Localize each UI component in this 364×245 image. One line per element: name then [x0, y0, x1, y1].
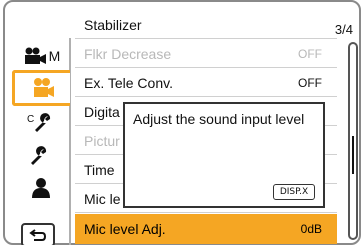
custom-wrench-icon: C — [27, 113, 51, 132]
help-text: Adjust the sound input level — [133, 111, 305, 127]
movie-camera-icon — [33, 78, 54, 97]
wrench-icon — [31, 146, 47, 165]
menu-item-value: OFF — [298, 46, 322, 61]
tab-setup[interactable] — [12, 138, 70, 174]
scrollbar[interactable] — [348, 42, 358, 240]
tab-my-menu[interactable] — [12, 170, 70, 206]
menu-item-label: Stabilizer — [84, 16, 142, 33]
menu-item-flicker-decrease[interactable]: Flkr Decrease OFF — [75, 40, 337, 68]
menu-item-label: Digita — [84, 103, 120, 120]
svg-text:C: C — [27, 114, 34, 125]
scrollbar-thumb[interactable] — [352, 136, 354, 174]
menu-item-stabilizer[interactable]: Stabilizer — [75, 11, 337, 39]
menu-item-label: Pictur — [84, 132, 120, 149]
tab-movie-mode[interactable]: M — [12, 38, 70, 74]
disp-close-button[interactable]: DISP.X — [273, 184, 315, 200]
help-tooltip: Adjust the sound input level DISP.X — [123, 102, 325, 208]
page-counter: 3/4 — [334, 22, 353, 37]
menu-item-label: Flkr Decrease — [84, 45, 172, 62]
menu-item-mic-level-adj[interactable]: Mic level Adj. 0dB — [75, 214, 337, 244]
menu-item-value: 0dB — [300, 222, 322, 236]
movie-camera-m-icon — [24, 47, 46, 64]
movie-mode-label: M — [48, 48, 61, 64]
menu-frame: M C Stabilizer Flkr Decrease OFF Ex. Tel… — [3, 0, 361, 245]
tab-custom-setup[interactable]: C — [12, 106, 70, 142]
menu-item-label: Ex. Tele Conv. — [84, 74, 173, 91]
menu-item-ex-tele-conv[interactable]: Ex. Tele Conv. OFF — [75, 69, 337, 97]
person-icon — [32, 178, 50, 198]
tab-movie-settings[interactable] — [12, 70, 70, 106]
return-arrow-icon — [29, 229, 47, 241]
back-button[interactable] — [21, 223, 55, 245]
menu-item-value: OFF — [298, 75, 322, 90]
menu-item-label: Time — [84, 161, 115, 178]
menu-item-label: Mic le — [84, 190, 121, 207]
menu-item-label: Mic level Adj. — [84, 221, 166, 237]
